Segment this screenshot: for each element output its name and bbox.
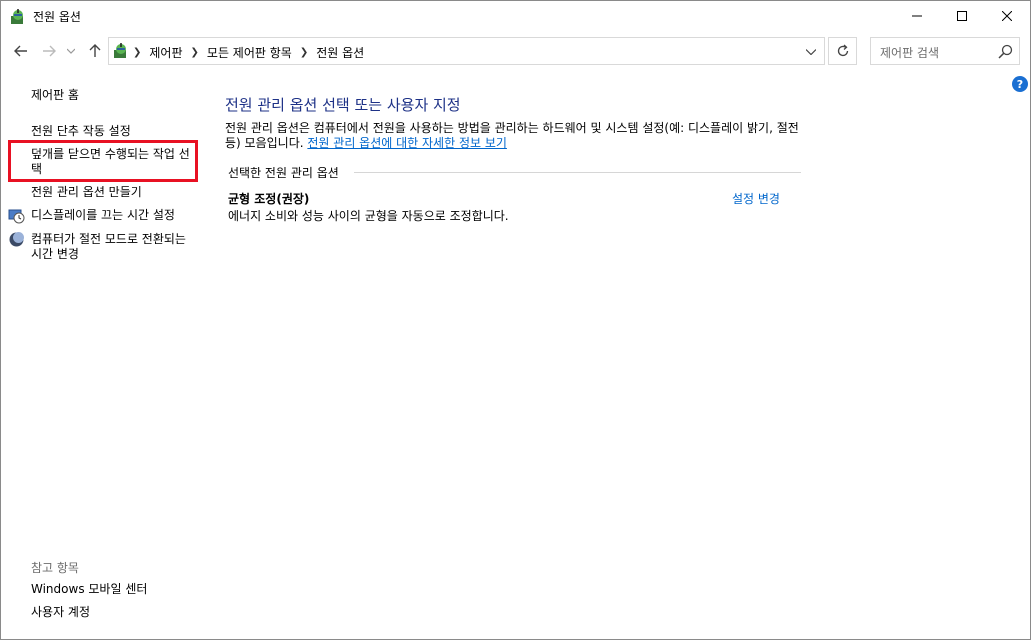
breadcrumb-item-power-options[interactable]: 전원 옵션 [316, 44, 364, 61]
plan-name: 균형 조정(권장) [228, 192, 310, 206]
page-title: 전원 관리 옵션 선택 또는 사용자 지정 [225, 96, 461, 114]
chevron-down-icon [806, 49, 816, 55]
page-description: 전원 관리 옵션은 컴퓨터에서 전원을 사용하는 방법을 관리하는 하드웨어 및… [225, 121, 805, 151]
sidebar-item-sleep-time[interactable]: 컴퓨터가 절전 모드로 전환되는 시간 변경 [31, 232, 191, 262]
breadcrumb: ❯ 제어판 ❯ 모든 제어판 항목 ❯ 전원 옵션 [133, 44, 364, 61]
change-plan-settings-link[interactable]: 설정 변경 [732, 190, 780, 207]
back-button[interactable] [11, 41, 31, 61]
maximize-icon [956, 11, 967, 21]
breadcrumb-item-control-panel[interactable]: 제어판 [149, 44, 182, 61]
arrow-up-icon [89, 44, 101, 57]
address-dropdown-button[interactable] [803, 44, 819, 60]
power-options-icon [112, 42, 130, 60]
sidebar-item-display-off-time[interactable]: 디스플레이를 끄는 시간 설정 [31, 208, 196, 223]
maximize-button[interactable] [939, 1, 984, 31]
highlight-box [8, 140, 198, 182]
address-bar[interactable]: ❯ 제어판 ❯ 모든 제어판 항목 ❯ 전원 옵션 [108, 37, 825, 65]
breadcrumb-item-all-items[interactable]: 모든 제어판 항목 [207, 44, 292, 61]
close-icon [1001, 11, 1012, 21]
sidebar-item-create-power-plan[interactable]: 전원 관리 옵션 만들기 [31, 185, 196, 200]
chevron-right-icon: ❯ [133, 47, 142, 58]
chevron-right-icon[interactable]: ❯ [300, 47, 308, 58]
window-title: 전원 옵션 [33, 10, 81, 24]
arrow-right-icon [43, 45, 56, 57]
search-input[interactable]: 제어판 검색 [870, 37, 1020, 65]
forward-button[interactable] [39, 41, 59, 61]
monitor-clock-icon [8, 207, 25, 224]
sidebar-item-power-button-settings[interactable]: 전원 단추 작동 설정 [31, 124, 196, 139]
refresh-icon [837, 44, 848, 57]
sleep-moon-icon [8, 231, 25, 248]
up-button[interactable] [85, 41, 105, 61]
see-also-heading: 참고 항목 [31, 561, 79, 575]
title-bar: 전원 옵션 [1, 1, 1030, 32]
search-placeholder: 제어판 검색 [880, 46, 940, 60]
power-options-icon [9, 8, 27, 26]
chevron-down-icon [67, 48, 75, 54]
refresh-button[interactable] [828, 37, 857, 65]
arrow-left-icon [14, 45, 27, 57]
sidebar-item-user-accounts[interactable]: 사용자 계정 [31, 605, 196, 620]
sidebar-item-mobility-center[interactable]: Windows 모바일 센터 [31, 582, 196, 597]
minimize-icon [911, 15, 922, 17]
close-button[interactable] [984, 1, 1029, 31]
recent-locations-button[interactable] [64, 41, 78, 61]
more-info-link[interactable]: 전원 관리 옵션에 대한 자세한 정보 보기 [307, 136, 507, 150]
navigation-bar: ❯ 제어판 ❯ 모든 제어판 항목 ❯ 전원 옵션 제어판 검색 [1, 32, 1030, 70]
chevron-right-icon[interactable]: ❯ [191, 47, 199, 58]
help-icon[interactable]: ? [1012, 76, 1028, 92]
window: 전원 옵션 ❯ 제어판 ❯ 모든 제어판 항목 ❯ 전원 옵션 제어판 검색 ?… [0, 0, 1031, 640]
sidebar-item-control-panel-home[interactable]: 제어판 홈 [31, 88, 196, 103]
minimize-button[interactable] [894, 1, 939, 31]
section-divider [354, 172, 801, 173]
section-heading: 선택한 전원 관리 옵션 [228, 166, 339, 180]
search-icon[interactable] [998, 44, 1013, 59]
plan-description: 에너지 소비와 성능 사이의 균형을 자동으로 조정합니다. [228, 209, 509, 223]
